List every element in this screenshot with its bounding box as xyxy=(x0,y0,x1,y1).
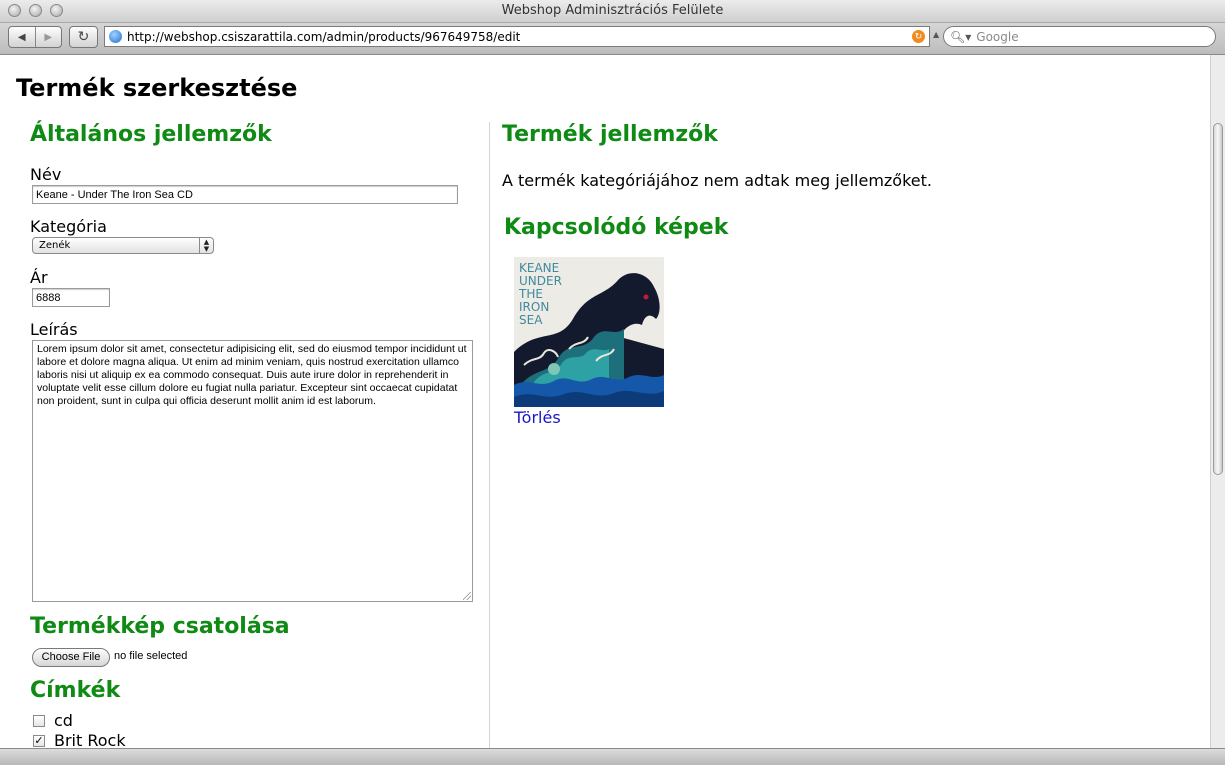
delete-image-link[interactable]: Törlés xyxy=(514,408,561,427)
search-input[interactable]: 🔍︎▾ Google xyxy=(943,26,1216,47)
price-label: Ár xyxy=(30,268,48,287)
rss-icon[interactable]: ↻ xyxy=(912,30,925,43)
tag-checkbox-brit-rock[interactable]: ✓ xyxy=(33,735,45,747)
album-text-3: THE xyxy=(518,287,543,301)
back-button[interactable]: ◀ xyxy=(9,27,35,47)
attributes-message: A termék kategóriájához nem adtak meg je… xyxy=(502,171,932,190)
description-label: Leírás xyxy=(30,320,78,339)
address-text: http://webshop.csiszarattila.com/admin/p… xyxy=(127,29,521,44)
search-icon: 🔍︎▾ xyxy=(950,29,972,44)
tag-label-cd: cd xyxy=(54,711,73,730)
category-select[interactable]: Zenék ▲ ▼ xyxy=(32,237,214,254)
chevron-up-icon[interactable]: ▲ xyxy=(933,30,939,39)
select-arrows-icon: ▲ ▼ xyxy=(199,238,213,253)
choose-file-button[interactable]: Choose File xyxy=(32,648,110,667)
reload-button[interactable]: ↻ xyxy=(69,26,98,48)
category-selected-value: Zenék xyxy=(39,240,71,251)
vertical-scrollbar[interactable] xyxy=(1210,55,1225,748)
tags-heading: Címkék xyxy=(30,678,121,703)
globe-icon xyxy=(109,30,122,43)
tag-checkbox-cd[interactable] xyxy=(33,715,45,727)
album-text-4: IRON xyxy=(519,300,549,314)
search-placeholder: Google xyxy=(976,29,1019,44)
category-label: Kategória xyxy=(30,217,107,236)
description-text: Lorem ipsum dolor sit amet, consectetur … xyxy=(37,343,467,407)
history-nav: ◀ ▶ xyxy=(8,26,62,48)
window-titlebar: Webshop Adminisztrációs Felülete xyxy=(0,0,1225,23)
file-status-text: no file selected xyxy=(114,650,188,662)
image-upload-heading: Termékkép csatolása xyxy=(30,614,290,639)
name-label: Név xyxy=(30,165,62,184)
album-cover-image: KEANE UNDER THE IRON SEA xyxy=(514,257,664,407)
description-field[interactable]: Lorem ipsum dolor sit amet, consectetur … xyxy=(32,340,473,602)
status-bar xyxy=(0,748,1225,765)
window-title: Webshop Adminisztrációs Felülete xyxy=(501,3,724,18)
name-field[interactable] xyxy=(32,185,458,204)
album-text-5: SEA xyxy=(519,313,543,327)
price-field[interactable] xyxy=(32,288,110,307)
general-section-heading: Általános jellemzők xyxy=(30,122,272,147)
album-text-2: UNDER xyxy=(519,274,562,288)
scrollbar-thumb[interactable] xyxy=(1213,123,1223,475)
forward-button[interactable]: ▶ xyxy=(34,27,62,47)
attributes-heading: Termék jellemzők xyxy=(502,122,718,147)
related-images-heading: Kapcsolódó képek xyxy=(504,215,729,240)
browser-toolbar: ◀ ▶ ↻ http://webshop.csiszarattila.com/a… xyxy=(0,23,1225,55)
column-divider xyxy=(489,122,490,748)
resize-grip-icon[interactable] xyxy=(463,592,471,600)
page-title: Termék szerkesztése xyxy=(16,74,298,102)
album-text-1: KEANE xyxy=(519,261,559,275)
address-bar[interactable]: http://webshop.csiszarattila.com/admin/p… xyxy=(104,26,930,47)
